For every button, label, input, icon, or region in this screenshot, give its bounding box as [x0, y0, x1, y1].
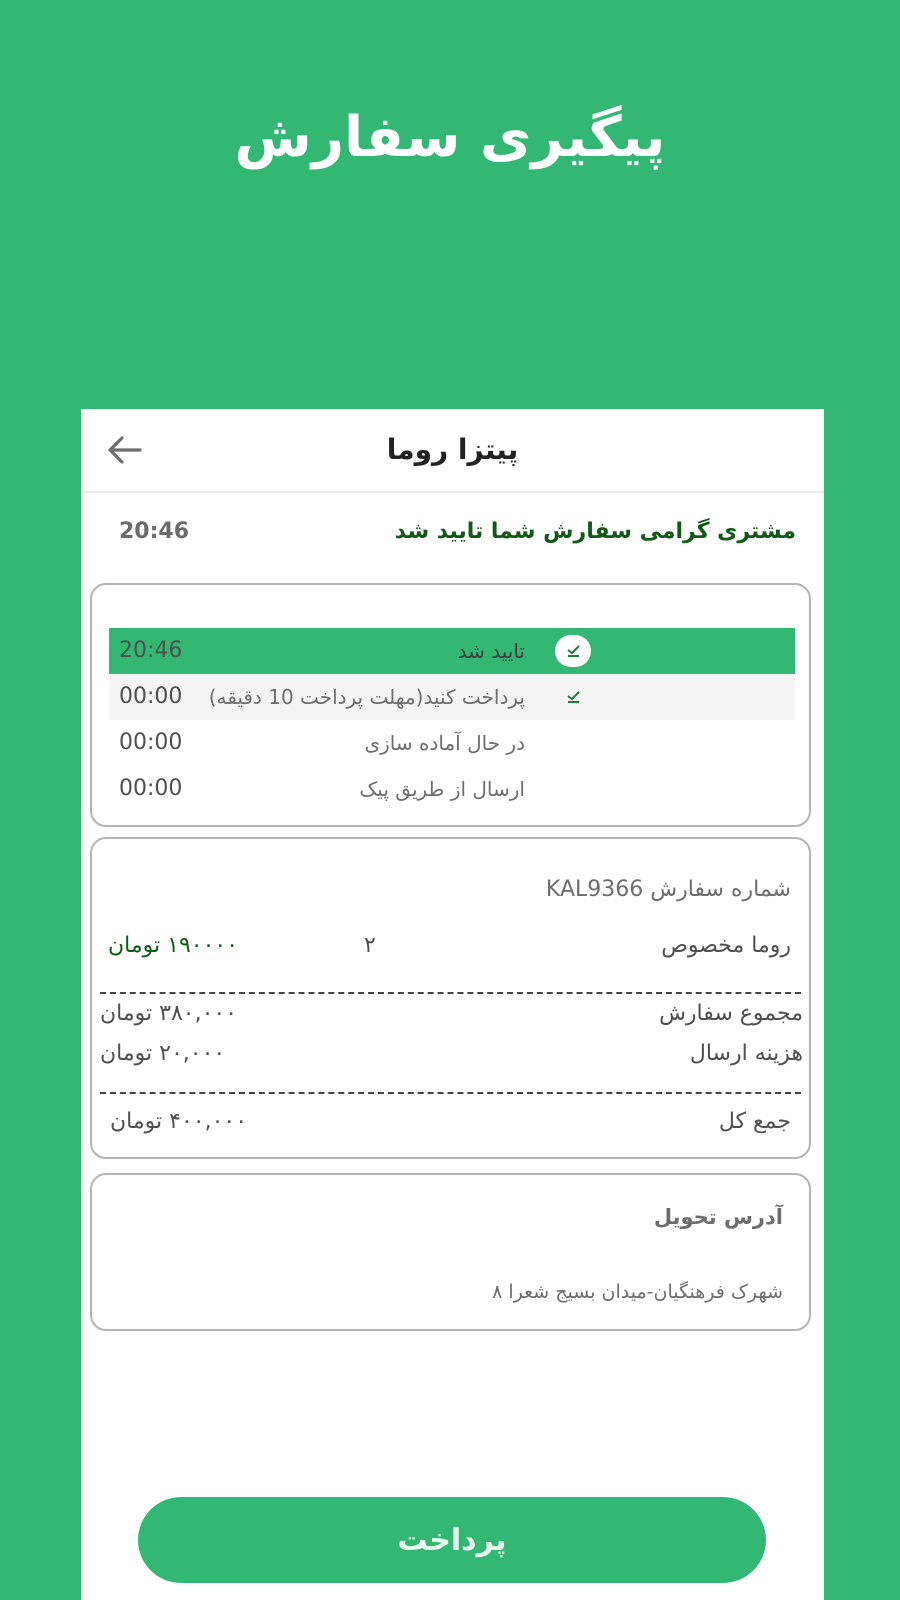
status-step-confirmed: 20:46 تایید شد	[109, 628, 795, 674]
panel-header: پیتزا روما	[81, 409, 824, 493]
check-icon	[559, 683, 589, 711]
status-step-preparing: 00:00 در حال آماده سازی	[109, 720, 795, 766]
status-label: ارسال از طریق پیک	[359, 777, 525, 801]
order-number: شماره سفارش KAL9366	[545, 877, 791, 902]
notice-row: مشتری گرامی سفارش شما تایید شد 20:46	[81, 493, 824, 577]
status-step-payment: 00:00 پرداخت کنید(مهلت پرداخت 10 دقیقه)	[109, 674, 795, 720]
address-text: شهرک فرهنگیان-میدان بسیج شعرا ۸	[492, 1281, 783, 1303]
invoice-card: شماره سفارش KAL9366 روما مخصوص ۲ ۱۹۰۰۰۰ …	[90, 837, 811, 1159]
grand-total-value: ۴۰۰,۰۰۰ تومان	[110, 1109, 248, 1134]
item-price: ۱۹۰۰۰۰ تومان	[108, 933, 239, 958]
grand-total-label: جمع کل	[718, 1109, 791, 1134]
check-icon	[559, 637, 589, 665]
divider	[100, 992, 801, 994]
delivery-fee-label: هزینه ارسال	[689, 1041, 803, 1066]
pay-button[interactable]: پرداخت	[138, 1497, 766, 1583]
status-time: 00:00	[119, 776, 183, 801]
status-step-delivery: 00:00 ارسال از طریق پیک	[109, 766, 795, 812]
item-qty: ۲	[364, 933, 376, 958]
divider	[100, 1092, 801, 1094]
status-time: 00:00	[119, 730, 183, 755]
order-total-label: مجموع سفارش	[659, 1001, 803, 1026]
notice-time: 20:46	[119, 519, 190, 544]
status-card: 20:46 تایید شد 00:00 پرداخت کنید(مهلت پر…	[90, 583, 811, 827]
order-total-value: ۳۸۰,۰۰۰ تومان	[100, 1001, 238, 1026]
arrow-left-icon	[108, 436, 142, 464]
restaurant-name: پیتزا روما	[386, 433, 519, 466]
status-label: در حال آماده سازی	[364, 731, 525, 755]
status-label: پرداخت کنید(مهلت پرداخت 10 دقیقه)	[208, 685, 525, 709]
address-title: آدرس تحویل	[653, 1205, 783, 1229]
order-panel: پیتزا روما مشتری گرامی سفارش شما تایید ش…	[81, 409, 824, 1600]
status-label: تایید شد	[457, 639, 525, 663]
status-time: 00:00	[119, 684, 183, 709]
status-time: 20:46	[119, 638, 183, 663]
delivery-fee-value: ۲۰,۰۰۰ تومان	[100, 1041, 226, 1066]
page-title: پیگیری سفارش	[234, 105, 666, 170]
item-name: روما مخصوص	[661, 933, 791, 958]
notice-message: مشتری گرامی سفارش شما تایید شد	[394, 519, 796, 544]
back-button[interactable]	[101, 427, 147, 473]
address-card: آدرس تحویل شهرک فرهنگیان-میدان بسیج شعرا…	[90, 1173, 811, 1331]
